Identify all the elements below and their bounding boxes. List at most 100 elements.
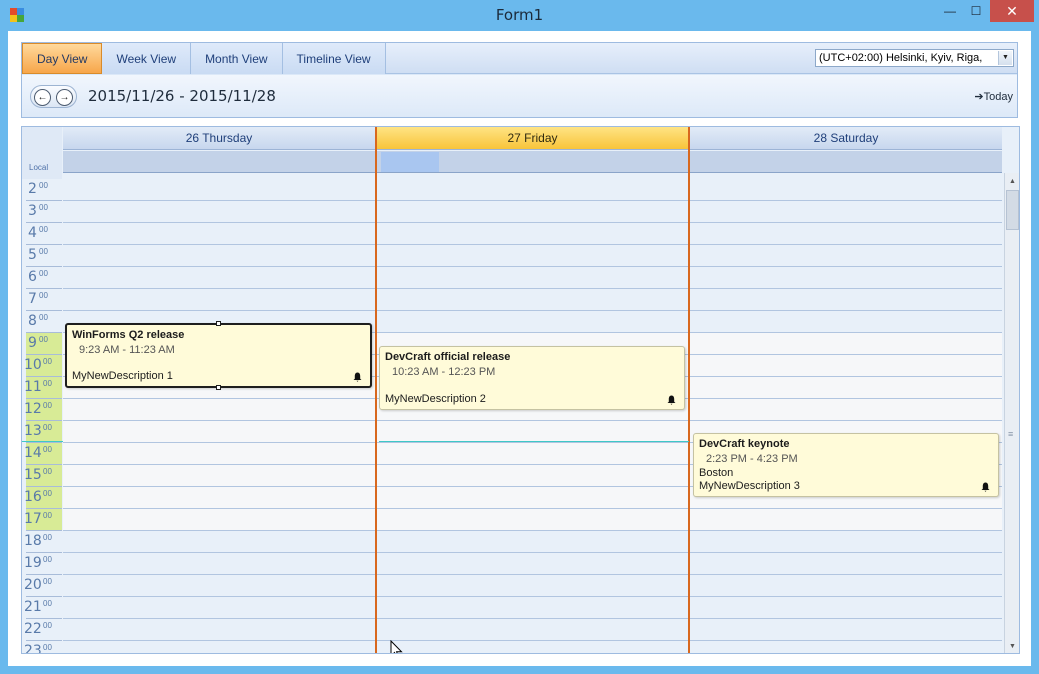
day-header[interactable]: 28 Saturday bbox=[690, 127, 1002, 150]
time-slot[interactable] bbox=[690, 245, 1002, 267]
scheduler-day-view[interactable]: Local 2 00 3 00 4 00 5 00 6 00 7 00 8 00 9 00 10 00 11 00 12… bbox=[21, 126, 1020, 654]
time-slot[interactable] bbox=[63, 575, 375, 597]
time-slot[interactable] bbox=[377, 245, 688, 267]
day-header[interactable]: 26 Thursday bbox=[63, 127, 375, 150]
time-slot[interactable] bbox=[63, 421, 375, 443]
maximize-button[interactable]: ☐ bbox=[964, 0, 988, 22]
time-slot[interactable] bbox=[63, 267, 375, 289]
next-arrow-icon[interactable]: → bbox=[56, 89, 73, 106]
ruler-hour: 14 00 bbox=[24, 443, 62, 465]
time-slot[interactable] bbox=[63, 641, 375, 653]
time-slot[interactable] bbox=[377, 443, 688, 465]
time-slot[interactable] bbox=[690, 509, 1002, 531]
mouse-cursor-icon bbox=[390, 640, 403, 653]
ruler-hour: 12 00 bbox=[24, 399, 62, 421]
time-slot[interactable] bbox=[690, 333, 1002, 355]
resize-handle-top[interactable] bbox=[215, 321, 221, 326]
time-slot[interactable] bbox=[377, 597, 688, 619]
ruler-hour: 18 00 bbox=[24, 531, 62, 553]
day-column-28[interactable]: 28 Saturday bbox=[690, 127, 1002, 653]
tab-day-view[interactable]: Day View bbox=[22, 43, 103, 74]
appointment-devcraft-keynote[interactable]: DevCraft keynote 2:23 PM - 4:23 PM Bosto… bbox=[693, 433, 999, 497]
appointment-devcraft-official-release[interactable]: DevCraft official release 10:23 AM - 12:… bbox=[379, 346, 685, 410]
time-slot[interactable] bbox=[377, 619, 688, 641]
window-titlebar[interactable]: Form1 — ☐ ✕ bbox=[0, 0, 1039, 31]
time-slot[interactable] bbox=[690, 377, 1002, 399]
time-slot[interactable] bbox=[377, 267, 688, 289]
appointment-winforms-q2-release[interactable]: WinForms Q2 release 9:23 AM - 11:23 AM M… bbox=[65, 321, 372, 390]
time-slot[interactable] bbox=[377, 311, 688, 333]
time-slot[interactable] bbox=[63, 531, 375, 553]
timezone-dropdown[interactable]: (UTC+02:00) Helsinki, Kyiv, Riga, ▼ bbox=[815, 49, 1014, 67]
all-day-area[interactable] bbox=[63, 151, 375, 173]
close-button[interactable]: ✕ bbox=[990, 0, 1034, 22]
scroll-up-icon[interactable]: ▲ bbox=[1005, 174, 1019, 189]
appointment-subject: WinForms Q2 release bbox=[72, 329, 185, 341]
time-slot[interactable] bbox=[63, 553, 375, 575]
time-slot[interactable] bbox=[377, 201, 688, 223]
tab-week-view[interactable]: Week View bbox=[102, 43, 192, 74]
prev-arrow-icon[interactable]: ← bbox=[34, 89, 51, 106]
time-slot[interactable] bbox=[690, 619, 1002, 641]
time-slot[interactable] bbox=[377, 553, 688, 575]
time-slot[interactable] bbox=[690, 311, 1002, 333]
time-ruler: 2 00 3 00 4 00 5 00 6 00 7 00 8 00 9 00 10 00 11 00 12 00 13 00… bbox=[22, 179, 62, 653]
time-slot[interactable] bbox=[63, 201, 375, 223]
time-slot[interactable] bbox=[63, 245, 375, 267]
time-slot[interactable] bbox=[690, 553, 1002, 575]
appointment-description: MyNewDescription 2 bbox=[385, 393, 486, 405]
time-slot[interactable] bbox=[690, 531, 1002, 553]
scroll-grip-icon: ≡ bbox=[1008, 429, 1014, 439]
time-slot[interactable] bbox=[63, 597, 375, 619]
time-slot[interactable] bbox=[63, 289, 375, 311]
scroll-down-icon[interactable]: ▼ bbox=[1005, 639, 1019, 653]
time-slot[interactable] bbox=[377, 179, 688, 201]
time-slot[interactable] bbox=[63, 487, 375, 509]
time-slot[interactable] bbox=[377, 465, 688, 487]
tab-month-view[interactable]: Month View bbox=[191, 43, 283, 74]
time-slot[interactable] bbox=[690, 575, 1002, 597]
ruler-hour-label: 2 bbox=[28, 181, 37, 197]
ruler-hour: 7 00 bbox=[26, 289, 62, 311]
time-slot[interactable] bbox=[690, 355, 1002, 377]
ruler-hour-label: 5 bbox=[28, 247, 37, 263]
time-slot[interactable] bbox=[690, 223, 1002, 245]
time-slot[interactable] bbox=[377, 223, 688, 245]
day-column-26[interactable]: 26 Thursday bbox=[63, 127, 375, 653]
nav-buttons-group: ← → bbox=[30, 85, 77, 108]
time-slot[interactable] bbox=[377, 421, 688, 443]
time-slot[interactable] bbox=[377, 289, 688, 311]
time-slot[interactable] bbox=[63, 465, 375, 487]
time-slot[interactable] bbox=[63, 223, 375, 245]
time-slot[interactable] bbox=[63, 443, 375, 465]
all-day-area[interactable] bbox=[690, 151, 1002, 173]
ruler-hour: 10 00 bbox=[24, 355, 62, 377]
time-slot[interactable] bbox=[377, 641, 688, 653]
time-slot[interactable] bbox=[690, 641, 1002, 653]
time-slot[interactable] bbox=[63, 509, 375, 531]
minimize-button[interactable]: — bbox=[938, 0, 962, 22]
all-day-area[interactable] bbox=[377, 151, 688, 173]
time-slot[interactable] bbox=[690, 399, 1002, 421]
time-slot[interactable] bbox=[377, 487, 688, 509]
time-slot[interactable] bbox=[377, 509, 688, 531]
time-slot[interactable] bbox=[690, 179, 1002, 201]
scroll-thumb[interactable] bbox=[1006, 190, 1019, 230]
bell-icon bbox=[667, 395, 676, 405]
resize-handle-bottom[interactable] bbox=[215, 385, 221, 390]
time-slot[interactable] bbox=[690, 289, 1002, 311]
time-slot[interactable] bbox=[377, 531, 688, 553]
time-slot[interactable] bbox=[63, 399, 375, 421]
time-slot[interactable] bbox=[63, 619, 375, 641]
time-slot[interactable] bbox=[690, 201, 1002, 223]
day-header-today[interactable]: 27 Friday bbox=[377, 127, 688, 150]
time-slot[interactable] bbox=[63, 179, 375, 201]
time-slot[interactable] bbox=[690, 267, 1002, 289]
time-slot[interactable] bbox=[377, 575, 688, 597]
chevron-down-icon[interactable]: ▼ bbox=[998, 51, 1012, 65]
tab-timeline-view[interactable]: Timeline View bbox=[282, 43, 386, 74]
time-slot[interactable] bbox=[690, 597, 1002, 619]
vertical-scrollbar[interactable]: ▲ ≡ ▼ bbox=[1004, 173, 1019, 653]
today-button[interactable]: ➔Today bbox=[974, 90, 1013, 103]
appointment-location: Boston bbox=[699, 467, 734, 479]
